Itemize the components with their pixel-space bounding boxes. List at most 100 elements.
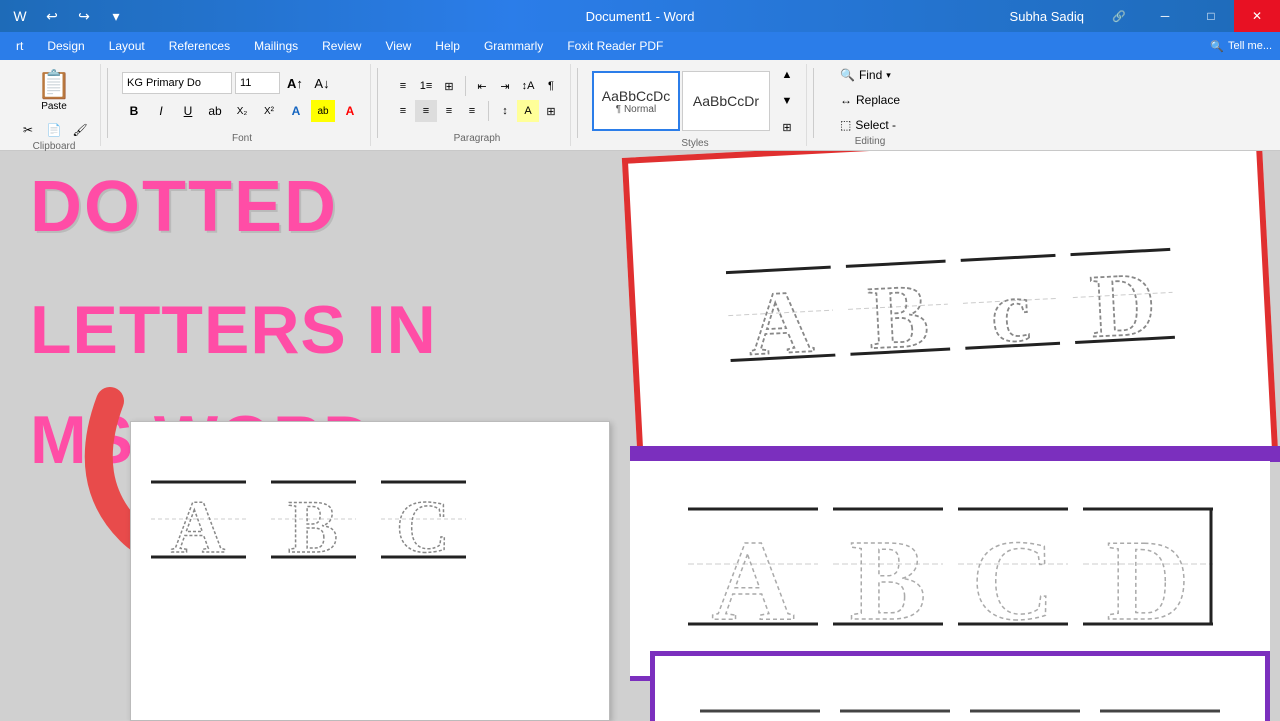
card-bottom-letter-d: D (1100, 696, 1220, 721)
left-panel: DOTTED LETTERS IN MS WORD (0, 151, 630, 721)
tab-file[interactable]: rt (4, 32, 35, 60)
main-content: DOTTED LETTERS IN MS WORD (0, 151, 1280, 721)
strikethrough-btn[interactable]: ab (203, 100, 227, 122)
justify-btn[interactable]: ≡ (461, 100, 483, 122)
line-spacing-btn[interactable]: ↕ (494, 100, 516, 122)
overlay-line1: DOTTED (30, 171, 338, 243)
text-color-btn[interactable]: A (338, 100, 362, 122)
tab-view[interactable]: View (373, 32, 423, 60)
sep1 (107, 68, 108, 138)
search-icon: 🔍 (1210, 40, 1224, 53)
tab-design[interactable]: Design (35, 32, 96, 60)
svg-text:C: C (396, 486, 450, 567)
borders-btn[interactable]: ⊞ (540, 100, 562, 122)
tab-mailings[interactable]: Mailings (242, 32, 310, 60)
redo-btn[interactable]: ↪ (70, 2, 98, 30)
editing-group: 🔍 Find ▾ ↔ Replace ⬚ Select - Editing (820, 64, 920, 146)
align-center-btn[interactable]: ≡ (415, 100, 437, 122)
subscript-btn[interactable]: X₂ (230, 100, 254, 122)
card-red: A B (622, 151, 1278, 488)
align-left-btn[interactable]: ≡ (392, 100, 414, 122)
customize-btn[interactable]: ▾ (102, 2, 130, 30)
card-mid-letter-d: D (1083, 499, 1213, 639)
font-name-select[interactable] (122, 72, 232, 94)
card-mid-letter-a: A (688, 499, 818, 639)
highlight-btn[interactable]: ab (311, 100, 335, 122)
font-color-btn[interactable]: A (284, 100, 308, 122)
superscript-btn[interactable]: X² (257, 100, 281, 122)
bot-a-svg: A (700, 696, 820, 721)
close-btn[interactable]: ✕ (1234, 0, 1280, 32)
show-marks-btn[interactable]: ¶ (540, 75, 562, 97)
document-title: Document1 - Word (586, 9, 695, 24)
card-middle: A B C (630, 461, 1270, 681)
cut-btn[interactable]: ✂ (16, 119, 40, 141)
sort-btn[interactable]: ↕A (517, 75, 539, 97)
underline-btn[interactable]: U (176, 100, 200, 122)
right-panel: A B (630, 151, 1280, 721)
minimize-btn[interactable]: ─ (1142, 0, 1188, 32)
select-icon: ⬚ (840, 118, 851, 132)
svg-text:A: A (711, 517, 794, 639)
find-btn[interactable]: 🔍 Find ▾ (833, 64, 907, 86)
sep-para2 (488, 101, 489, 121)
bot-d-svg: D (1100, 696, 1220, 721)
increase-font-btn[interactable]: A↑ (283, 72, 307, 94)
tab-layout[interactable]: Layout (97, 32, 157, 60)
letter-c-left: C (381, 472, 466, 567)
letter-a-svg: A (151, 472, 246, 567)
sep3 (577, 68, 578, 138)
tab-foxit[interactable]: Foxit Reader PDF (555, 32, 675, 60)
svg-text:B: B (288, 486, 338, 567)
tab-grammarly[interactable]: Grammarly (472, 32, 555, 60)
overlay-line2: LETTERS IN (30, 296, 437, 364)
style-heading-preview: AaBbCcDr (693, 93, 759, 109)
replace-btn[interactable]: ↔ Replace (833, 89, 907, 111)
italic-btn[interactable]: I (149, 100, 173, 122)
share-btn[interactable]: 🔗 (1096, 0, 1142, 32)
styles-scroll-down[interactable]: ▼ (776, 90, 798, 112)
svg-text:A: A (171, 486, 225, 567)
style-normal-label: ¶ Normal (616, 104, 656, 115)
mid-a-svg: A (688, 499, 818, 639)
align-right-btn[interactable]: ≡ (438, 100, 460, 122)
paragraph-label: Paragraph (454, 133, 501, 146)
styles-scroll-up[interactable]: ▲ (776, 64, 798, 86)
multilevel-btn[interactable]: ⊞ (438, 75, 460, 97)
styles-expand[interactable]: ⊞ (776, 116, 798, 138)
format-painter-btn[interactable]: 🖌 (68, 119, 92, 141)
card-red-letter-d: D (1069, 237, 1175, 357)
decrease-indent-btn[interactable]: ⇤ (471, 75, 493, 97)
svg-text:B: B (865, 266, 930, 368)
tab-help[interactable]: Help (423, 32, 472, 60)
style-normal[interactable]: AaBbCcDc ¶ Normal (592, 71, 680, 131)
shading-btn[interactable]: A (517, 100, 539, 122)
restore-btn[interactable]: □ (1188, 0, 1234, 32)
user-name: Subha Sadiq (1010, 9, 1084, 24)
copy-btn[interactable]: 📄 (42, 119, 66, 141)
select-btn[interactable]: ⬚ Select - (833, 114, 907, 136)
title-bar-controls-left: W ↩ ↪ ▾ (0, 0, 130, 32)
numbering-btn[interactable]: 1≡ (415, 75, 437, 97)
sep2 (377, 68, 378, 138)
increase-indent-btn[interactable]: ⇥ (494, 75, 516, 97)
ribbon-content: 📋 Paste ✂ 📄 🖌 Clipboard A↑ A↓ (0, 60, 1280, 150)
tab-review[interactable]: Review (310, 32, 373, 60)
title-bar-controls-right: Subha Sadiq 🔗 ─ □ ✕ (1010, 0, 1280, 32)
svg-text:c: c (988, 262, 1032, 361)
paste-btn[interactable]: 📋 Paste (33, 64, 76, 116)
card-red-letter-c: c (959, 243, 1060, 363)
bold-btn[interactable]: B (122, 100, 146, 122)
tab-references[interactable]: References (157, 32, 242, 60)
style-heading1[interactable]: AaBbCcDr (682, 71, 770, 131)
bullets-btn[interactable]: ≡ (392, 75, 414, 97)
undo-btn[interactable]: ↩ (38, 2, 66, 30)
font-size-select[interactable] (235, 72, 280, 94)
tell-me-input[interactable]: 🔍 Tell me... (1210, 40, 1272, 53)
mid-c-svg: C (958, 499, 1068, 639)
card-mid-letter-b: B (833, 499, 943, 639)
decrease-font-btn[interactable]: A↓ (310, 72, 334, 94)
font-group: A↑ A↓ B I U ab X₂ X² A ab A Font (114, 64, 371, 146)
svg-text:C: C (971, 517, 1054, 639)
sep-para (465, 76, 466, 96)
